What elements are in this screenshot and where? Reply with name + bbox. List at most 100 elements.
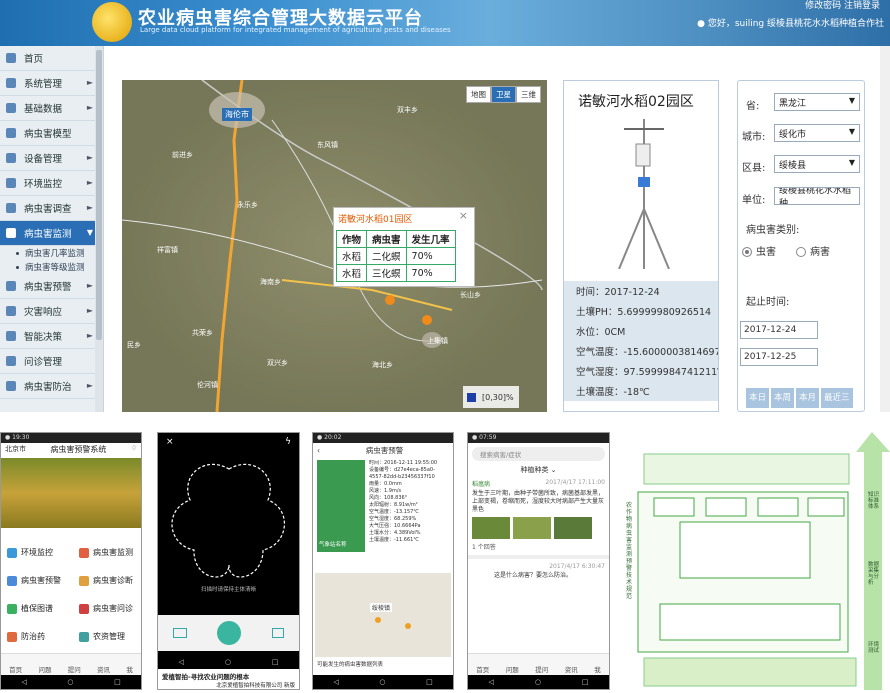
sidebar-item-device[interactable]: 设备管理 ►	[0, 146, 103, 171]
sidebar-item-environment[interactable]: 环境监控 ►	[0, 171, 103, 196]
flash-icon[interactable]: ϟ	[285, 437, 291, 447]
map-popup: 诺敏河水稻01园区 × 作物 病虫害 发生几率 水稻 二化螟 70% 水稻 三化螟 70%	[333, 207, 475, 287]
table-row: 作物 病虫害 发生几率	[335, 230, 456, 248]
radio-disease[interactable]: 病害	[796, 243, 830, 258]
menu-item[interactable]: 植保图谱	[7, 603, 53, 614]
sidebar-item-decision[interactable]: 智能决策 ►	[0, 324, 103, 349]
close-icon[interactable]: ×	[166, 437, 174, 447]
sidebar-item-home[interactable]: 首页	[0, 46, 103, 71]
filter-panel: 省: 黑龙江 ▼ 城市: 绥化市 ▼ 区县: 绥棱县 ▼ 单位: 绥棱县桃花水水稻种 …	[737, 80, 865, 412]
sidebar: 首页 系统管理 ► 基础数据 ► 病虫害模型 设备管理 ► 环境监控 ► 病虫害调查 ► …	[0, 46, 104, 412]
tab-ask[interactable]: 提问	[68, 664, 81, 674]
btn-recent[interactable]: 最近三	[821, 388, 853, 408]
menu-item[interactable]: 病虫害预警	[7, 575, 61, 586]
reading-row: 水位：0CM	[576, 327, 626, 338]
menu-item[interactable]: 防治药	[7, 631, 45, 642]
app-header: 农业病虫害综合管理大数据云平台 Large data cloud platfor…	[0, 0, 890, 46]
sidebar-item-survey[interactable]: 病虫害调查 ►	[0, 196, 103, 221]
date-to-input[interactable]: 2017-12-25	[740, 348, 818, 366]
main-scrollbar[interactable]	[880, 46, 890, 412]
phone-scan-app: × ϟ 扫描时请保持主体清晰 ◁ ○ □ 爱植智拍-寻找农业问题的根本 北京爱植智拍科技…	[157, 432, 300, 690]
sidebar-item-basic-data[interactable]: 基础数据 ►	[0, 96, 103, 121]
btn-today[interactable]: 本日	[746, 388, 770, 408]
decision-icon	[6, 331, 16, 341]
recent-icon[interactable]: □	[114, 678, 121, 686]
subitem-level[interactable]: 病虫害等级监测	[0, 260, 103, 274]
chevron-right-icon: ►	[86, 153, 93, 162]
province-select[interactable]: 黑龙江 ▼	[774, 93, 860, 111]
architecture-diagram: 农作物病虫害监测预警技术规范 数据采集与分析 知识标准体系 环境测试	[624, 432, 890, 690]
top-links[interactable]: 修改密码 注销登录	[805, 0, 880, 11]
post[interactable]: 稻瘟病 2017/4/17 17:11:00 发生于三叶期，由种子带菌所致，病菌基…	[468, 475, 609, 555]
tab-3d[interactable]: 三维	[516, 86, 541, 103]
scan-frame-icon	[171, 463, 285, 578]
crop-filter[interactable]: 种植种类 ⌄	[468, 465, 609, 475]
menu-item[interactable]: 病虫害问诊	[79, 603, 133, 614]
user-greeting: ● 您好，suiling 绥棱县桃花水水稻种植合作社	[697, 19, 884, 29]
gallery-icon[interactable]	[173, 628, 188, 638]
tab-satellite[interactable]: 卫星	[491, 86, 516, 103]
sidebar-item-disaster[interactable]: 灾害响应 ►	[0, 299, 103, 324]
menu-item[interactable]: 病虫害诊断	[79, 575, 133, 586]
city-select[interactable]: 绥化市 ▼	[774, 124, 860, 142]
subitem-probability[interactable]: 病虫害几率监测	[0, 246, 103, 260]
phone-warning-detail: ● 20:02 ‹ 病虫害预警 气象站名称 时间：2016-12-11 19:55…	[312, 432, 454, 690]
date-from-input[interactable]: 2017-12-24	[740, 321, 818, 339]
control-icon	[6, 381, 16, 391]
map-marker[interactable]	[375, 617, 381, 623]
btn-week[interactable]: 本周	[771, 388, 795, 408]
menu-item[interactable]: 病虫害监测	[79, 547, 133, 558]
menu-item[interactable]: 环境监控	[7, 547, 53, 558]
station-panel: 诺敏河水稻02园区 时间：2017-12-24 土壤PH：5.699999809…	[563, 80, 719, 412]
popup-table: 作物 病虫害 发生几率 水稻 二化螟 70% 水稻 三化螟 70%	[335, 230, 456, 282]
station-data: 时间：2016-12-11 19:55:00 设备编号：d27e4eca-85a…	[369, 460, 438, 543]
btn-month[interactable]: 本月	[796, 388, 820, 408]
post-image[interactable]	[554, 517, 592, 539]
tab-news[interactable]: 资讯	[97, 664, 110, 674]
bell-icon[interactable]: ♢	[131, 444, 137, 455]
sidebar-item-system[interactable]: 系统管理 ►	[0, 71, 103, 96]
radio-icon[interactable]	[796, 247, 806, 257]
bottom-tabbar: 首页 问题 提问 资讯 我	[1, 653, 141, 675]
post-image[interactable]	[513, 517, 551, 539]
search-input[interactable]: 搜索病害/症状	[472, 447, 605, 461]
sidebar-scrollbar[interactable]	[95, 46, 103, 412]
mini-map[interactable]: 绥棱镇	[315, 573, 451, 657]
monitor-icon	[6, 228, 16, 238]
weather-station-icon	[618, 119, 670, 269]
map-marker[interactable]	[405, 623, 411, 629]
sidebar-item-control[interactable]: 病虫害防治 ►	[0, 374, 103, 399]
post-image[interactable]	[472, 517, 510, 539]
station-image: 气象站名称	[317, 460, 365, 552]
station-readings: 时间：2017-12-24 土壤PH：5.69999980926514 水位：0…	[564, 281, 718, 401]
sidebar-item-model[interactable]: 病虫害模型	[0, 121, 103, 146]
table-row: 水稻 三化螟 70%	[335, 264, 456, 282]
camera-switch-icon[interactable]	[271, 628, 284, 638]
tab-home[interactable]: 首页	[9, 664, 22, 674]
sidebar-item-warning[interactable]: 病虫害预警 ►	[0, 274, 103, 299]
chevron-right-icon: ►	[86, 103, 93, 112]
close-icon[interactable]: ×	[459, 209, 468, 222]
device-icon	[6, 153, 16, 163]
tab-map[interactable]: 地图	[466, 86, 491, 103]
sidebar-item-monitoring[interactable]: 病虫害监测 ▼	[0, 221, 103, 246]
phone-warning-app: ● 19:30 北京市 病虫害预警系统 ♢ 环境监控 病虫害监测 病虫害预警 病虫害…	[0, 432, 142, 690]
sidebar-item-consult[interactable]: 问诊管理	[0, 349, 103, 374]
system-icon	[6, 78, 16, 88]
reading-row: 空气湿度：97.5999984741211Vol	[576, 367, 718, 378]
chevron-right-icon: ►	[86, 178, 93, 187]
radio-icon[interactable]	[742, 247, 752, 257]
radio-pest[interactable]: 虫害	[742, 243, 776, 258]
shutter-button[interactable]	[217, 621, 242, 645]
unit-select[interactable]: 绥棱县桃花水水稻种	[774, 187, 860, 205]
tab-me[interactable]: 我	[126, 664, 133, 674]
post[interactable]: 2017/4/17 6:30:47 这是什么病害？要怎么防治。	[468, 555, 609, 583]
dropdown-icon: ▼	[848, 158, 855, 167]
tab-questions[interactable]: 问题	[38, 664, 51, 674]
menu-item[interactable]: 农资管理	[79, 631, 125, 642]
phone-community: ● 07:59 搜索病害/症状 种植种类 ⌄ 稻瘟病 2017/4/17 17:1…	[467, 432, 610, 690]
chevron-right-icon: ►	[86, 281, 93, 290]
back-icon[interactable]: ◁	[21, 678, 26, 686]
county-select[interactable]: 绥棱县 ▼	[774, 155, 860, 173]
home-icon[interactable]: ○	[67, 678, 73, 686]
